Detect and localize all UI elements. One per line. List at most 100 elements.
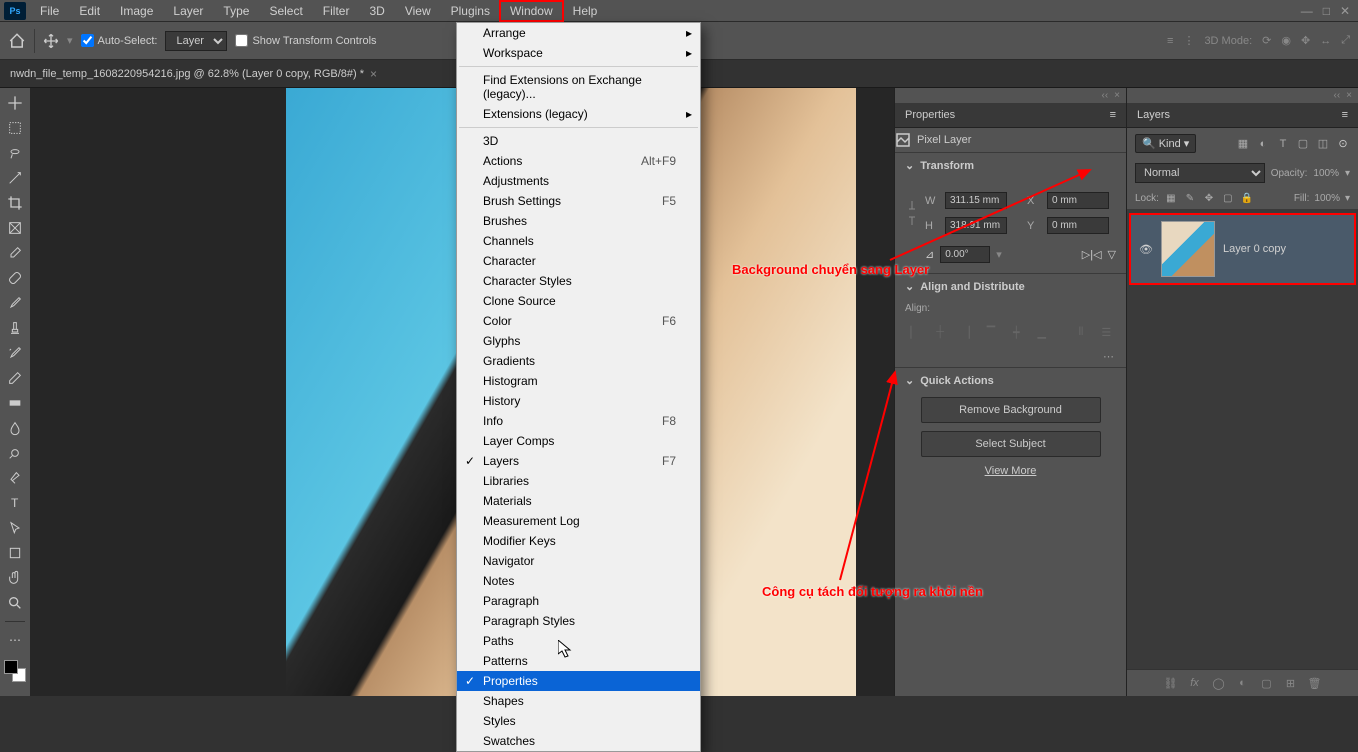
align-top-icon[interactable]: ▔	[981, 322, 1000, 342]
panel-close-icon[interactable]: ×	[1346, 90, 1352, 101]
3d-pan-icon[interactable]: ✥	[1301, 34, 1310, 47]
menu-navigator[interactable]: Navigator	[457, 551, 700, 571]
menu-modifier-keys[interactable]: Modifier Keys	[457, 531, 700, 551]
menu-patterns[interactable]: Patterns	[457, 651, 700, 671]
menu-styles[interactable]: Styles	[457, 711, 700, 731]
menu-notes[interactable]: Notes	[457, 571, 700, 591]
hand-tool[interactable]	[3, 567, 27, 589]
pen-tool[interactable]	[3, 467, 27, 489]
3d-zoom-icon[interactable]: ⤢	[1341, 34, 1350, 47]
menu-character[interactable]: Character	[457, 251, 700, 271]
quick-actions-section[interactable]: ⌄Quick Actions	[895, 367, 1126, 393]
remove-background-button[interactable]: Remove Background	[921, 397, 1101, 423]
wand-tool[interactable]	[3, 167, 27, 189]
filter-toggle-icon[interactable]: ⊙	[1336, 137, 1350, 151]
filter-type-icon[interactable]: T	[1276, 137, 1290, 151]
eraser-tool[interactable]	[3, 367, 27, 389]
adjustment-icon[interactable]: ◐	[1236, 676, 1250, 690]
mask-icon[interactable]: ◯	[1212, 676, 1226, 690]
blur-tool[interactable]	[3, 417, 27, 439]
stamp-tool[interactable]	[3, 317, 27, 339]
menu-glyphs[interactable]: Glyphs	[457, 331, 700, 351]
panel-collapse-icon[interactable]: ‹‹	[1333, 90, 1340, 101]
select-subject-button[interactable]: Select Subject	[921, 431, 1101, 457]
menu-edit[interactable]: Edit	[69, 1, 110, 21]
blend-mode-select[interactable]: Normal	[1135, 163, 1265, 183]
menu-clone-source[interactable]: Clone Source	[457, 291, 700, 311]
filter-smart-icon[interactable]: ◫	[1316, 137, 1330, 151]
distribute-v-icon[interactable]: ☰	[1097, 322, 1116, 342]
menu-info[interactable]: InfoF8	[457, 411, 700, 431]
panel-collapse-icon[interactable]: ‹‹	[1101, 90, 1108, 101]
x-input[interactable]	[1047, 192, 1109, 209]
auto-select-input[interactable]	[81, 34, 94, 47]
lock-position-icon[interactable]: ✥	[1202, 191, 1216, 205]
menu-libraries[interactable]: Libraries	[457, 471, 700, 491]
panel-menu-icon[interactable]: ≡	[1342, 109, 1348, 121]
menu-layer[interactable]: Layer	[163, 1, 213, 21]
gradient-tool[interactable]	[3, 392, 27, 414]
move-tool[interactable]	[3, 92, 27, 114]
menu-actions[interactable]: ActionsAlt+F9	[457, 151, 700, 171]
brush-tool[interactable]	[3, 292, 27, 314]
menu-character-styles[interactable]: Character Styles	[457, 271, 700, 291]
fill-value[interactable]: 100%	[1314, 193, 1340, 204]
document-tab[interactable]: nwdn_file_temp_1608220954216.jpg @ 62.8%…	[0, 61, 387, 87]
history-brush-tool[interactable]	[3, 342, 27, 364]
frame-tool[interactable]	[3, 217, 27, 239]
menu-history[interactable]: History	[457, 391, 700, 411]
3d-roll-icon[interactable]: ◉	[1281, 34, 1291, 47]
link-wh-icon[interactable]	[905, 199, 919, 227]
menu-brush-settings[interactable]: Brush SettingsF5	[457, 191, 700, 211]
lock-all-icon[interactable]: 🔒	[1240, 191, 1254, 205]
menu-file[interactable]: File	[30, 1, 69, 21]
menu-properties[interactable]: Properties	[457, 671, 700, 691]
shape-tool[interactable]	[3, 542, 27, 564]
menu-paragraph[interactable]: Paragraph	[457, 591, 700, 611]
menu-window[interactable]: Window	[500, 1, 563, 21]
layer-row[interactable]: 👁 Layer 0 copy	[1131, 215, 1354, 283]
3d-slide-icon[interactable]: ↔	[1320, 35, 1331, 47]
group-icon[interactable]: ▢	[1260, 676, 1274, 690]
transform-section[interactable]: ⌄Transform	[895, 152, 1126, 178]
menu-find-extensions[interactable]: Find Extensions on Exchange (legacy)...	[457, 70, 700, 104]
layer-thumbnail[interactable]	[1161, 221, 1215, 277]
zoom-tool[interactable]	[3, 592, 27, 614]
menu-arrange[interactable]: Arrange▸	[457, 23, 700, 43]
align-left-icon[interactable]: ▏	[905, 322, 924, 342]
menu-materials[interactable]: Materials	[457, 491, 700, 511]
flip-v-icon[interactable]: ▽	[1108, 248, 1116, 261]
lasso-tool[interactable]	[3, 142, 27, 164]
show-transform-input[interactable]	[235, 34, 248, 47]
filter-shape-icon[interactable]: ▢	[1296, 137, 1310, 151]
menu-3d[interactable]: 3D	[359, 1, 394, 21]
show-transform-checkbox[interactable]: Show Transform Controls	[235, 34, 376, 47]
color-swatches[interactable]	[4, 660, 26, 682]
visibility-icon[interactable]: 👁	[1139, 243, 1153, 256]
panel-close-icon[interactable]: ×	[1114, 90, 1120, 101]
filter-adjust-icon[interactable]: ◐	[1256, 137, 1270, 151]
menu-color[interactable]: ColorF6	[457, 311, 700, 331]
menu-image[interactable]: Image	[110, 1, 163, 21]
menu-view[interactable]: View	[395, 1, 441, 21]
menu-select[interactable]: Select	[259, 1, 312, 21]
more-options-icon[interactable]: ⋯	[895, 346, 1126, 367]
delete-layer-icon[interactable]: 🗑	[1308, 676, 1322, 690]
minimize-icon[interactable]: —	[1301, 4, 1313, 18]
new-layer-icon[interactable]: ⊞	[1284, 676, 1298, 690]
view-more-link[interactable]: View More	[895, 461, 1126, 481]
filter-pixel-icon[interactable]: ▦	[1236, 137, 1250, 151]
lock-artboard-icon[interactable]: ▢	[1221, 191, 1235, 205]
filter-kind-select[interactable]: 🔍 Kind ▾	[1135, 134, 1196, 153]
menu-layers[interactable]: LayersF7	[457, 451, 700, 471]
eyedropper-tool[interactable]	[3, 242, 27, 264]
type-tool[interactable]: T	[3, 492, 27, 514]
width-input[interactable]	[945, 192, 1007, 209]
menu-help[interactable]: Help	[563, 1, 608, 21]
marquee-tool[interactable]	[3, 117, 27, 139]
menu-gradients[interactable]: Gradients	[457, 351, 700, 371]
align-right-icon[interactable]: ▕	[956, 322, 975, 342]
menu-channels[interactable]: Channels	[457, 231, 700, 251]
menu-adjustments[interactable]: Adjustments	[457, 171, 700, 191]
menu-measurement-log[interactable]: Measurement Log	[457, 511, 700, 531]
